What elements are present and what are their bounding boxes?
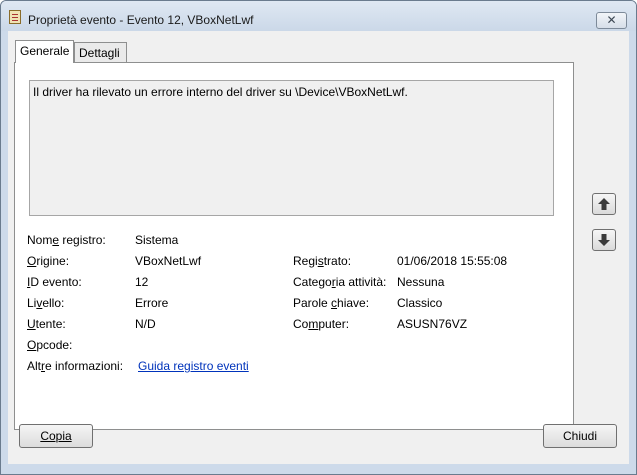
- log-name-label: Nome registro:: [27, 233, 106, 247]
- computer-label: Computer:: [293, 317, 350, 331]
- keywords-value: Classico: [397, 296, 443, 310]
- event-properties-window: Proprietà evento - Evento 12, VBoxNetLwf…: [0, 0, 637, 475]
- user-value: N/D: [135, 317, 156, 331]
- opcode-label: Opcode:: [27, 338, 73, 352]
- close-button[interactable]: Chiudi: [543, 424, 617, 448]
- log-name-value: Sistema: [135, 233, 179, 247]
- title-bar[interactable]: Proprietà evento - Evento 12, VBoxNetLwf…: [1, 1, 636, 31]
- arrow-up-icon: [598, 198, 610, 210]
- next-event-button[interactable]: [592, 229, 616, 251]
- dialog-client-area: Generale Dettagli Il driver ha rilevato …: [8, 31, 629, 464]
- close-button-label: Chiudi: [562, 429, 598, 443]
- source-label: Origine:: [27, 254, 70, 268]
- tab-dettagli[interactable]: Dettagli: [74, 42, 127, 62]
- tab-panel-generale: Il driver ha rilevato un errore interno …: [14, 62, 574, 430]
- window-title: Proprietà evento - Evento 12, VBoxNetLwf: [28, 13, 254, 27]
- copy-button-label: Copia: [40, 429, 72, 443]
- tab-generale[interactable]: Generale: [15, 40, 74, 63]
- keywords-label: Parole chiave:: [293, 296, 370, 310]
- close-window-button[interactable]: ✕: [596, 12, 627, 29]
- source-value: VBoxNetLwf: [135, 254, 202, 268]
- arrow-down-icon: [598, 234, 610, 246]
- event-description[interactable]: Il driver ha rilevato un errore interno …: [29, 80, 554, 216]
- more-info-label: Altre informazioni:: [27, 359, 124, 373]
- event-log-help-link[interactable]: Guida registro eventi: [138, 359, 249, 373]
- copy-button[interactable]: Copia: [19, 424, 93, 448]
- computer-value: ASUSN76VZ: [397, 317, 468, 331]
- event-id-value: 12: [135, 275, 149, 289]
- close-icon: ✕: [606, 13, 617, 27]
- logged-value: 01/06/2018 15:55:08: [397, 254, 508, 268]
- user-label: Utente:: [27, 317, 66, 331]
- task-category-label: Categoria attività:: [293, 275, 387, 289]
- level-value: Errore: [135, 296, 169, 310]
- level-label: Livello:: [27, 296, 65, 310]
- previous-event-button[interactable]: [592, 193, 616, 215]
- task-category-value: Nessuna: [397, 275, 445, 289]
- event-id-label: ID evento:: [27, 275, 82, 289]
- logged-label: Registrato:: [293, 254, 352, 268]
- event-viewer-icon: [9, 10, 21, 24]
